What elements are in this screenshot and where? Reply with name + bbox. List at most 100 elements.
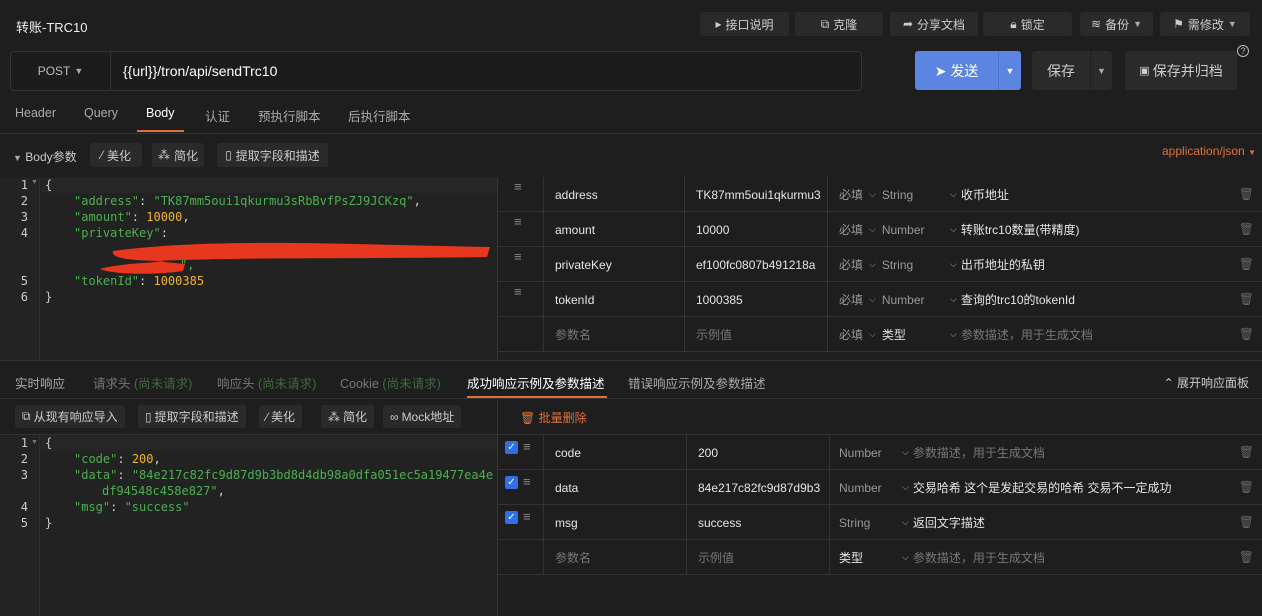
extract-fields-button[interactable]: ▯ 提取字段和描述 [217, 143, 328, 167]
drag-handle-icon[interactable]: ≡ [514, 179, 522, 194]
param-value-input[interactable]: success [686, 505, 829, 540]
type-select[interactable]: 类型 [882, 326, 906, 343]
param-name-input[interactable]: tokenId [543, 282, 684, 317]
param-desc-input[interactable]: ⌵ 参数描述，用于生成文档 [947, 317, 1237, 352]
param-value-input[interactable]: 10000 [684, 212, 827, 247]
trash-icon[interactable]: 🗑︎ [1239, 222, 1254, 236]
param-value-input[interactable]: ef100fc0807b491218a [684, 247, 827, 282]
param-name-input[interactable]: code [543, 435, 686, 470]
checkbox[interactable]: ✓ [505, 476, 518, 489]
param-desc-input[interactable]: ⌵ 出币地址的私钥 [947, 247, 1237, 282]
param-name-input[interactable]: data [543, 470, 686, 505]
type-select[interactable]: String [882, 258, 913, 272]
method-select[interactable]: POST ▼ [11, 52, 111, 90]
share-doc-button[interactable]: ➦ 分享文档 [890, 12, 978, 36]
param-value-input[interactable]: 84e217c82fc9d87d9b3 [686, 470, 829, 505]
required-type-cell[interactable]: 必填 ⌵ Number [827, 212, 947, 247]
extract-fields-button[interactable]: ▯ 提取字段和描述 [138, 405, 246, 428]
tab-4[interactable]: 预执行脚本 [258, 106, 321, 125]
response-tab-0[interactable]: 实时响应 [15, 373, 65, 392]
response-tab-5[interactable]: 错误响应示例及参数描述 [628, 373, 766, 392]
param-name-input[interactable]: 参数名 [543, 540, 686, 575]
param-desc-input[interactable]: ⌵ 参数描述，用于生成文档 [899, 435, 1239, 470]
tab-0[interactable]: Header [15, 106, 56, 120]
response-editor[interactable]: 1 2 3 4 5 ▼ { "code": 200, "data": "84e217c8… [0, 435, 497, 616]
param-desc-input[interactable]: ⌵ 交易哈希 这个是发起交易的哈希 交易不一定成功 [899, 470, 1239, 505]
save-archive-button[interactable]: ▣ 保存并归档 [1125, 51, 1237, 90]
checkbox[interactable]: ✓ [505, 441, 518, 454]
type-select[interactable]: String [882, 188, 913, 202]
param-name-input[interactable]: 参数名 [543, 317, 684, 352]
tab-1[interactable]: Query [84, 106, 118, 120]
param-name-input[interactable]: amount [543, 212, 684, 247]
type-select[interactable]: String [829, 505, 899, 540]
required-select[interactable]: 必填 [839, 291, 863, 308]
send-button[interactable]: ➤ 发送 ▼ [915, 51, 1021, 90]
response-tab-1[interactable]: 请求头 (尚未请求) [93, 373, 192, 392]
response-tab-3[interactable]: Cookie (尚未请求) [340, 373, 441, 392]
param-desc-input[interactable]: ⌵ 转账trc10数量(带精度) [947, 212, 1237, 247]
trash-icon[interactable]: 🗑︎ [1239, 550, 1254, 564]
simplify-button[interactable]: ⁂ 简化 [321, 405, 375, 428]
url-input[interactable]: {{url}}/tron/api/sendTrc10 [123, 63, 277, 79]
drag-handle-icon[interactable]: ≡ [514, 214, 522, 229]
param-name-input[interactable]: privateKey [543, 247, 684, 282]
param-desc-input[interactable]: ⌵ 参数描述，用于生成文档 [899, 540, 1239, 575]
body-editor[interactable]: 1 2 3 4 5 6 ▼ { "address": "TK87mm5oui1qkurmu… [0, 177, 497, 360]
body-params-toggle[interactable]: ▼ Body参数 [13, 148, 77, 165]
trash-icon[interactable]: 🗑︎ [1239, 292, 1254, 306]
param-value-input[interactable]: 示例值 [686, 540, 829, 575]
modify-button[interactable]: ⚑ 需修改 ▼ [1160, 12, 1250, 36]
param-desc-input[interactable]: ⌵ 查询的trc10的tokenId [947, 282, 1237, 317]
type-select[interactable]: Number [829, 435, 899, 470]
backup-button[interactable]: ≋ 备份 ▼ [1080, 12, 1153, 36]
batch-delete-button[interactable]: 🗑︎ 批量删除 [520, 409, 587, 426]
trash-icon[interactable]: 🗑︎ [1239, 257, 1254, 271]
param-name-input[interactable]: msg [543, 505, 686, 540]
clone-button[interactable]: ⧉ 克隆 [795, 12, 883, 36]
drag-handle-icon[interactable]: ≡ [523, 474, 531, 489]
param-value-input[interactable]: 1000385 [684, 282, 827, 317]
type-select[interactable]: Number [882, 293, 925, 307]
help-icon[interactable]: ? [1237, 45, 1249, 57]
required-select[interactable]: 必填 [839, 256, 863, 273]
param-desc-input[interactable]: ⌵ 返回文字描述 [899, 505, 1239, 540]
tab-5[interactable]: 后执行脚本 [348, 106, 411, 125]
param-value-input[interactable]: TK87mm5oui1qkurmu3 [684, 177, 827, 212]
required-select[interactable]: 必填 [839, 326, 863, 343]
import-response-button[interactable]: ⧉ 从现有响应导入 [15, 405, 125, 428]
beautify-button[interactable]: ⁄ 美化 [90, 143, 142, 167]
param-name-input[interactable]: address [543, 177, 684, 212]
drag-handle-icon[interactable]: ≡ [514, 249, 522, 264]
expand-panel-button[interactable]: ⌃ 展开响应面板 [1164, 374, 1249, 391]
tab-3[interactable]: 认证 [205, 106, 230, 125]
required-select[interactable]: 必填 [839, 186, 863, 203]
send-dropdown[interactable]: ▼ [998, 51, 1021, 90]
drag-handle-icon[interactable]: ≡ [523, 439, 531, 454]
trash-icon[interactable]: 🗑︎ [1239, 187, 1254, 201]
simplify-button[interactable]: ⁂ 简化 [152, 143, 204, 167]
required-type-cell[interactable]: 必填 ⌵ 类型 [827, 317, 947, 352]
type-select[interactable]: Number [882, 223, 925, 237]
checkbox[interactable]: ✓ [505, 511, 518, 524]
type-select[interactable]: 类型 [829, 540, 899, 575]
tab-2[interactable]: Body [146, 106, 175, 120]
mock-url-button[interactable]: ∞ Mock地址 [383, 405, 462, 428]
trash-icon[interactable]: 🗑︎ [1239, 480, 1254, 494]
drag-handle-icon[interactable]: ≡ [514, 284, 522, 299]
param-value-input[interactable]: 示例值 [684, 317, 827, 352]
save-dropdown[interactable]: ▼ [1090, 51, 1112, 90]
lock-button[interactable]: 🔒︎ 锁定 [983, 12, 1072, 36]
trash-icon[interactable]: 🗑︎ [1239, 327, 1254, 341]
content-type-select[interactable]: application/json ▼ [1162, 144, 1256, 158]
trash-icon[interactable]: 🗑︎ [1239, 445, 1254, 459]
api-doc-button[interactable]: ▸ 接口说明 [700, 12, 789, 36]
drag-handle-icon[interactable]: ≡ [523, 509, 531, 524]
response-tab-2[interactable]: 响应头 (尚未请求) [217, 373, 316, 392]
required-type-cell[interactable]: 必填 ⌵ String [827, 247, 947, 282]
response-tab-4[interactable]: 成功响应示例及参数描述 [467, 373, 605, 392]
required-type-cell[interactable]: 必填 ⌵ Number [827, 282, 947, 317]
beautify-button[interactable]: ⁄ 美化 [259, 405, 303, 428]
param-value-input[interactable]: 200 [686, 435, 829, 470]
required-select[interactable]: 必填 [839, 221, 863, 238]
